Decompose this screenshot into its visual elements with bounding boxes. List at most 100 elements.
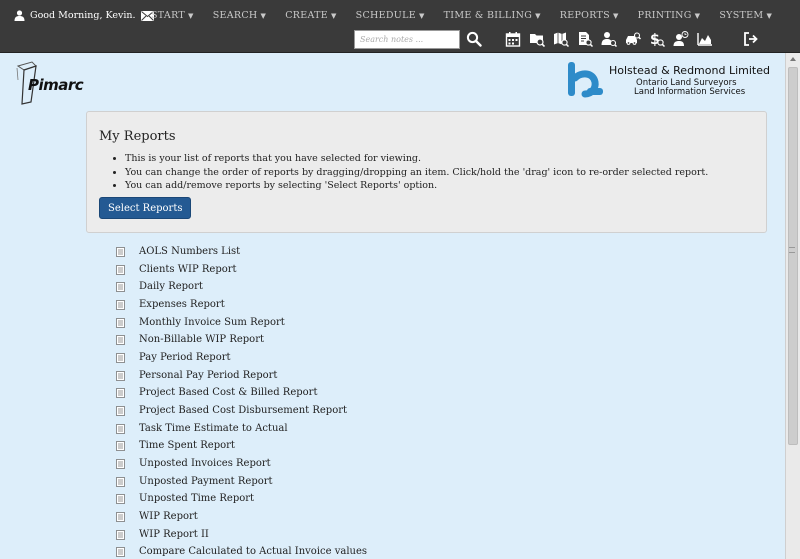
report-item[interactable]: Non-Billable WIP Report bbox=[116, 334, 264, 345]
report-item[interactable]: Personal Pay Period Report bbox=[116, 370, 277, 381]
map-search-icon[interactable] bbox=[553, 31, 569, 47]
report-item[interactable]: Task Time Estimate to Actual bbox=[116, 423, 288, 434]
menu-printing[interactable]: PRINTING ▼ bbox=[638, 10, 701, 21]
logout-icon[interactable] bbox=[743, 31, 759, 47]
report-item[interactable]: Project Based Cost Disbursement Report bbox=[116, 405, 347, 416]
report-name[interactable]: Clients WIP Report bbox=[139, 264, 237, 275]
report-item[interactable]: Time Spent Report bbox=[116, 440, 235, 451]
chart-icon[interactable] bbox=[697, 31, 713, 47]
caret-down-icon: ▼ bbox=[694, 12, 701, 20]
report-name[interactable]: Compare Calculated to Actual Invoice val… bbox=[139, 546, 367, 557]
menu-reports[interactable]: REPORTS ▼ bbox=[560, 10, 619, 21]
dollar-search-icon[interactable]: $ bbox=[649, 31, 665, 47]
report-item[interactable]: Clients WIP Report bbox=[116, 264, 237, 275]
report-name[interactable]: Personal Pay Period Report bbox=[139, 370, 277, 381]
report-name[interactable]: WIP Report II bbox=[139, 529, 209, 540]
caret-down-icon: ▼ bbox=[612, 12, 619, 20]
drag-handle-icon[interactable] bbox=[116, 281, 126, 292]
drag-handle-icon[interactable] bbox=[116, 529, 126, 540]
report-name[interactable]: Non-Billable WIP Report bbox=[139, 334, 264, 345]
drag-handle-icon[interactable] bbox=[116, 370, 126, 381]
report-name[interactable]: AOLS Numbers List bbox=[139, 246, 240, 257]
report-item[interactable]: WIP Report II bbox=[116, 529, 209, 540]
menu-start[interactable]: START ▼ bbox=[151, 10, 194, 21]
folder-search-icon[interactable] bbox=[529, 31, 545, 47]
scrollbar-thumb[interactable] bbox=[788, 67, 798, 445]
drag-handle-icon[interactable] bbox=[116, 458, 126, 469]
report-item[interactable]: Unposted Payment Report bbox=[116, 476, 273, 487]
report-name[interactable]: Unposted Invoices Report bbox=[139, 458, 271, 469]
report-item[interactable]: Compare Calculated to Actual Invoice val… bbox=[116, 546, 367, 557]
report-name[interactable]: Task Time Estimate to Actual bbox=[139, 423, 288, 434]
drag-handle-icon[interactable] bbox=[116, 387, 126, 398]
drag-handle-icon[interactable] bbox=[116, 352, 126, 363]
drag-handle-icon[interactable] bbox=[116, 334, 126, 345]
instructions-list: This is your list of reports that you ha… bbox=[125, 152, 708, 193]
menu-schedule[interactable]: SCHEDULE ▼ bbox=[356, 10, 425, 21]
report-name[interactable]: Daily Report bbox=[139, 281, 203, 292]
company-logo: Holstead & Redmond Limited Ontario Land … bbox=[565, 60, 780, 102]
app-logo-text: Pimarc bbox=[28, 76, 84, 94]
drag-handle-icon[interactable] bbox=[116, 405, 126, 416]
scroll-up-icon[interactable] bbox=[790, 57, 796, 61]
menu-label: SEARCH bbox=[212, 10, 258, 21]
report-name[interactable]: Project Based Cost Disbursement Report bbox=[139, 405, 347, 416]
menu-create[interactable]: CREATE ▼ bbox=[285, 10, 336, 21]
drag-handle-icon[interactable] bbox=[116, 317, 126, 328]
menu-system[interactable]: SYSTEM ▼ bbox=[719, 10, 772, 21]
car-search-icon[interactable] bbox=[625, 31, 641, 47]
drag-handle-icon[interactable] bbox=[116, 546, 126, 557]
report-name[interactable]: Unposted Time Report bbox=[139, 493, 254, 504]
search-notes-input[interactable] bbox=[354, 30, 460, 49]
user-clock-icon[interactable] bbox=[673, 31, 689, 47]
menu-time-billing[interactable]: TIME & BILLING ▼ bbox=[444, 10, 541, 21]
report-item[interactable]: Daily Report bbox=[116, 281, 203, 292]
report-name[interactable]: Expenses Report bbox=[139, 299, 225, 310]
drag-handle-icon[interactable] bbox=[116, 511, 126, 522]
report-item[interactable]: Monthly Invoice Sum Report bbox=[116, 317, 285, 328]
drag-handle-icon[interactable] bbox=[116, 440, 126, 451]
menu-label: SCHEDULE bbox=[355, 10, 416, 21]
report-item[interactable]: Pay Period Report bbox=[116, 352, 231, 363]
caret-down-icon: ▼ bbox=[418, 12, 425, 20]
vertical-scrollbar[interactable] bbox=[785, 53, 800, 559]
drag-handle-icon[interactable] bbox=[116, 246, 126, 257]
report-item[interactable]: Unposted Time Report bbox=[116, 493, 254, 504]
instruction-item: This is your list of reports that you ha… bbox=[125, 152, 708, 166]
instruction-item: You can add/remove reports by selecting … bbox=[125, 179, 708, 193]
drag-handle-icon[interactable] bbox=[116, 476, 126, 487]
report-name[interactable]: Project Based Cost & Billed Report bbox=[139, 387, 317, 398]
document-search-icon[interactable] bbox=[577, 31, 593, 47]
select-reports-button[interactable]: Select Reports bbox=[99, 197, 192, 219]
svg-text:$: $ bbox=[650, 32, 660, 47]
drag-handle-icon[interactable] bbox=[116, 423, 126, 434]
main-menu: START ▼ SEARCH ▼ CREATE ▼ SCHEDULE ▼ TIME & … bbox=[151, 10, 791, 21]
report-name[interactable]: Pay Period Report bbox=[139, 352, 231, 363]
report-item[interactable]: AOLS Numbers List bbox=[116, 246, 240, 257]
scrollbar-grip bbox=[789, 247, 795, 253]
report-item[interactable]: Expenses Report bbox=[116, 299, 225, 310]
report-item[interactable]: Unposted Invoices Report bbox=[116, 458, 271, 469]
report-name[interactable]: Unposted Payment Report bbox=[139, 476, 273, 487]
calendar-icon[interactable] bbox=[505, 31, 521, 47]
caret-down-icon: ▼ bbox=[535, 12, 541, 20]
report-name[interactable]: WIP Report bbox=[139, 511, 198, 522]
greeting: Good Morning, Kevin. bbox=[14, 10, 154, 21]
drag-handle-icon[interactable] bbox=[116, 493, 126, 504]
menu-search[interactable]: SEARCH ▼ bbox=[213, 10, 267, 21]
caret-down-icon: ▼ bbox=[766, 12, 773, 20]
report-item[interactable]: WIP Report bbox=[116, 511, 198, 522]
drag-handle-icon[interactable] bbox=[116, 299, 126, 310]
report-item[interactable]: Project Based Cost & Billed Report bbox=[116, 387, 317, 398]
drag-handle-icon[interactable] bbox=[116, 264, 126, 275]
report-name[interactable]: Monthly Invoice Sum Report bbox=[139, 317, 285, 328]
hr-logo-icon bbox=[568, 62, 603, 98]
greeting-text: Good Morning, Kevin. bbox=[30, 10, 136, 21]
report-name[interactable]: Time Spent Report bbox=[139, 440, 235, 451]
user-search-icon[interactable] bbox=[601, 31, 617, 47]
search-icon[interactable] bbox=[466, 31, 482, 47]
caret-down-icon: ▼ bbox=[330, 12, 337, 20]
top-navbar: Good Morning, Kevin. START ▼ SEARCH ▼ CREA… bbox=[0, 0, 800, 53]
toolbar-icons: $ bbox=[505, 31, 713, 47]
menu-label: CREATE bbox=[285, 10, 328, 21]
